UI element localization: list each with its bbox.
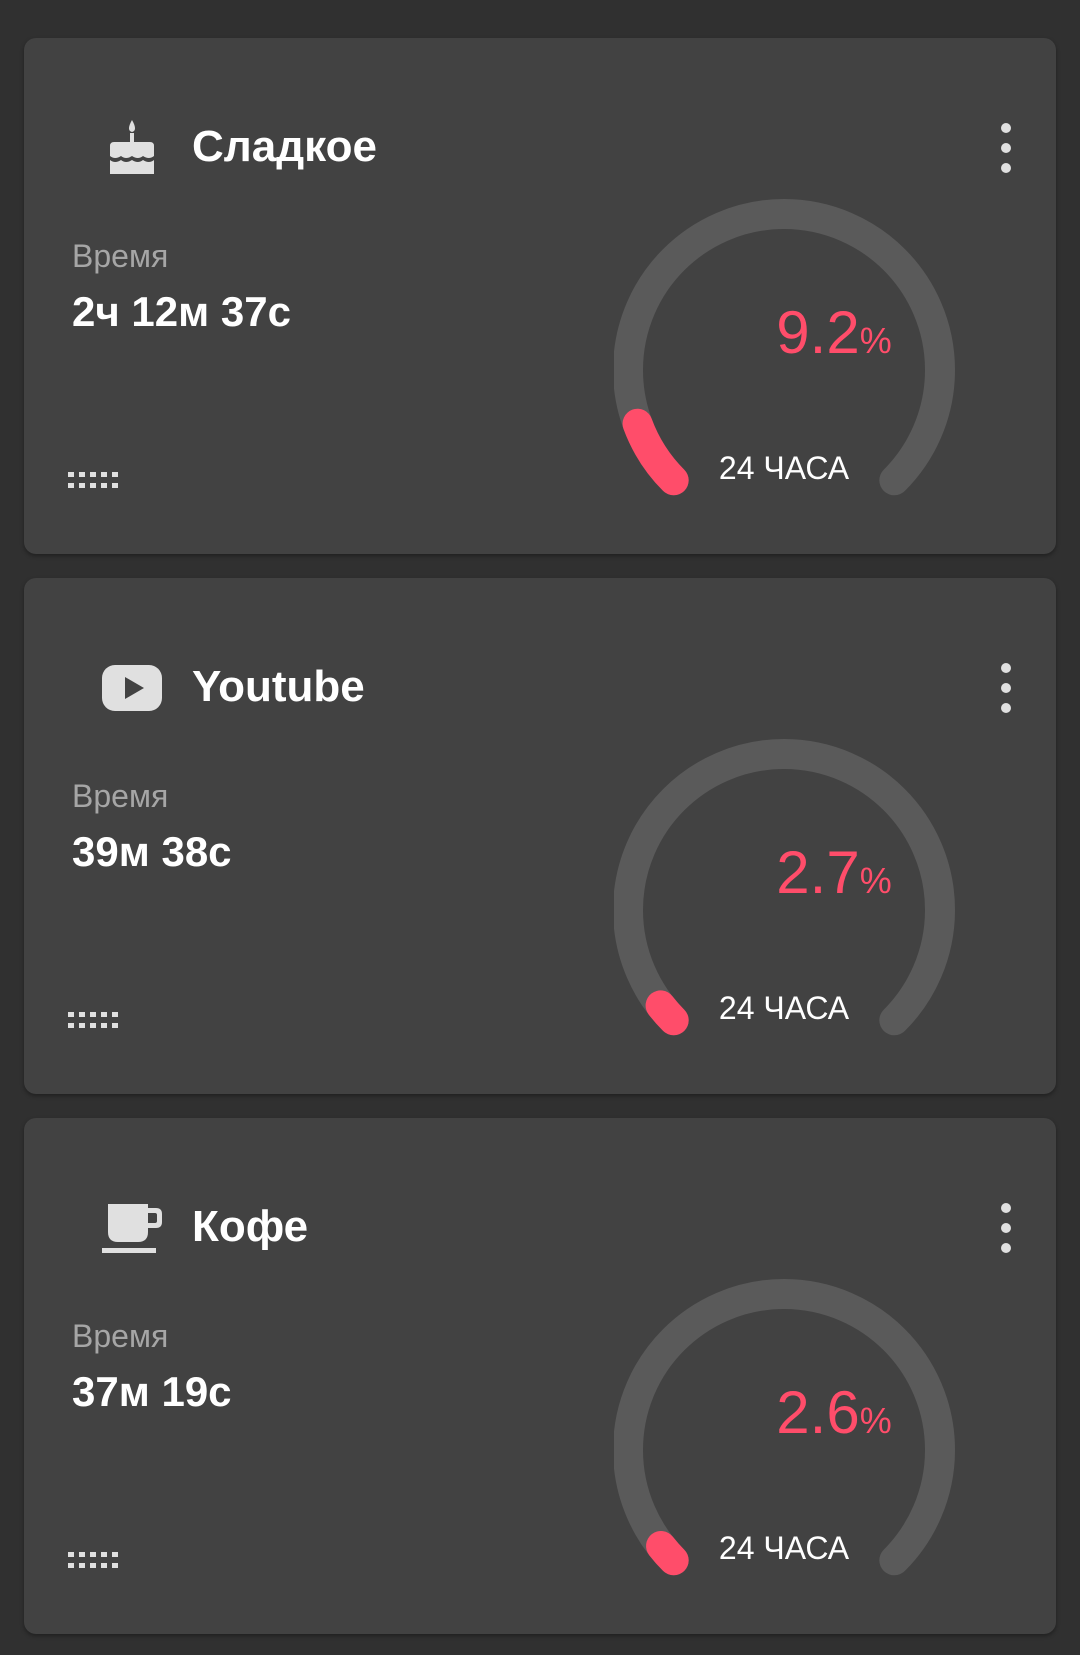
card-title: Сладкое: [192, 122, 377, 171]
period-label: 24 ЧАСА: [718, 1530, 850, 1566]
time-label: Время: [72, 778, 169, 814]
drag-handle-icon[interactable]: [66, 468, 126, 492]
gauge-fill: [622, 408, 689, 496]
tracker-card-sweets[interactable]: Сладкое Время 2ч 12м 37с 9.2% 24 ЧАСА: [24, 38, 1056, 554]
card-title: Кофе: [192, 1202, 309, 1251]
percent-value: 9.2%: [776, 299, 892, 366]
card-title: Youtube: [192, 662, 365, 711]
tracker-list: Сладкое Время 2ч 12м 37с 9.2% 24 ЧАСА Yo…: [0, 0, 1080, 1655]
tracker-card-youtube[interactable]: Youtube Время 39м 38с 2.7% 24 ЧАСА: [24, 578, 1056, 1094]
period-label: 24 ЧАСА: [718, 990, 850, 1026]
time-label: Время: [72, 238, 169, 274]
gauge-fill: [645, 990, 689, 1036]
percent-value: 2.6%: [776, 1379, 892, 1446]
time-value: 39м 38с: [72, 828, 232, 875]
usage-gauge: 9.2% 24 ЧАСА: [614, 158, 994, 518]
time-label: Время: [72, 1318, 169, 1354]
coffee-cup-icon: [100, 1196, 164, 1260]
usage-gauge: 2.6% 24 ЧАСА: [614, 1238, 994, 1598]
cake-icon: [100, 116, 164, 180]
time-value: 37м 19с: [72, 1368, 232, 1415]
youtube-icon: [100, 656, 164, 720]
period-label: 24 ЧАСА: [718, 450, 850, 486]
drag-handle-icon[interactable]: [66, 1008, 126, 1032]
time-value: 2ч 12м 37с: [72, 288, 291, 335]
tracker-card-coffee[interactable]: Кофе Время 37м 19с 2.6% 24 ЧАСА: [24, 1118, 1056, 1634]
usage-gauge: 2.7% 24 ЧАСА: [614, 698, 994, 1058]
gauge-fill: [646, 1531, 689, 1576]
drag-handle-icon[interactable]: [66, 1548, 126, 1572]
percent-value: 2.7%: [776, 839, 892, 906]
